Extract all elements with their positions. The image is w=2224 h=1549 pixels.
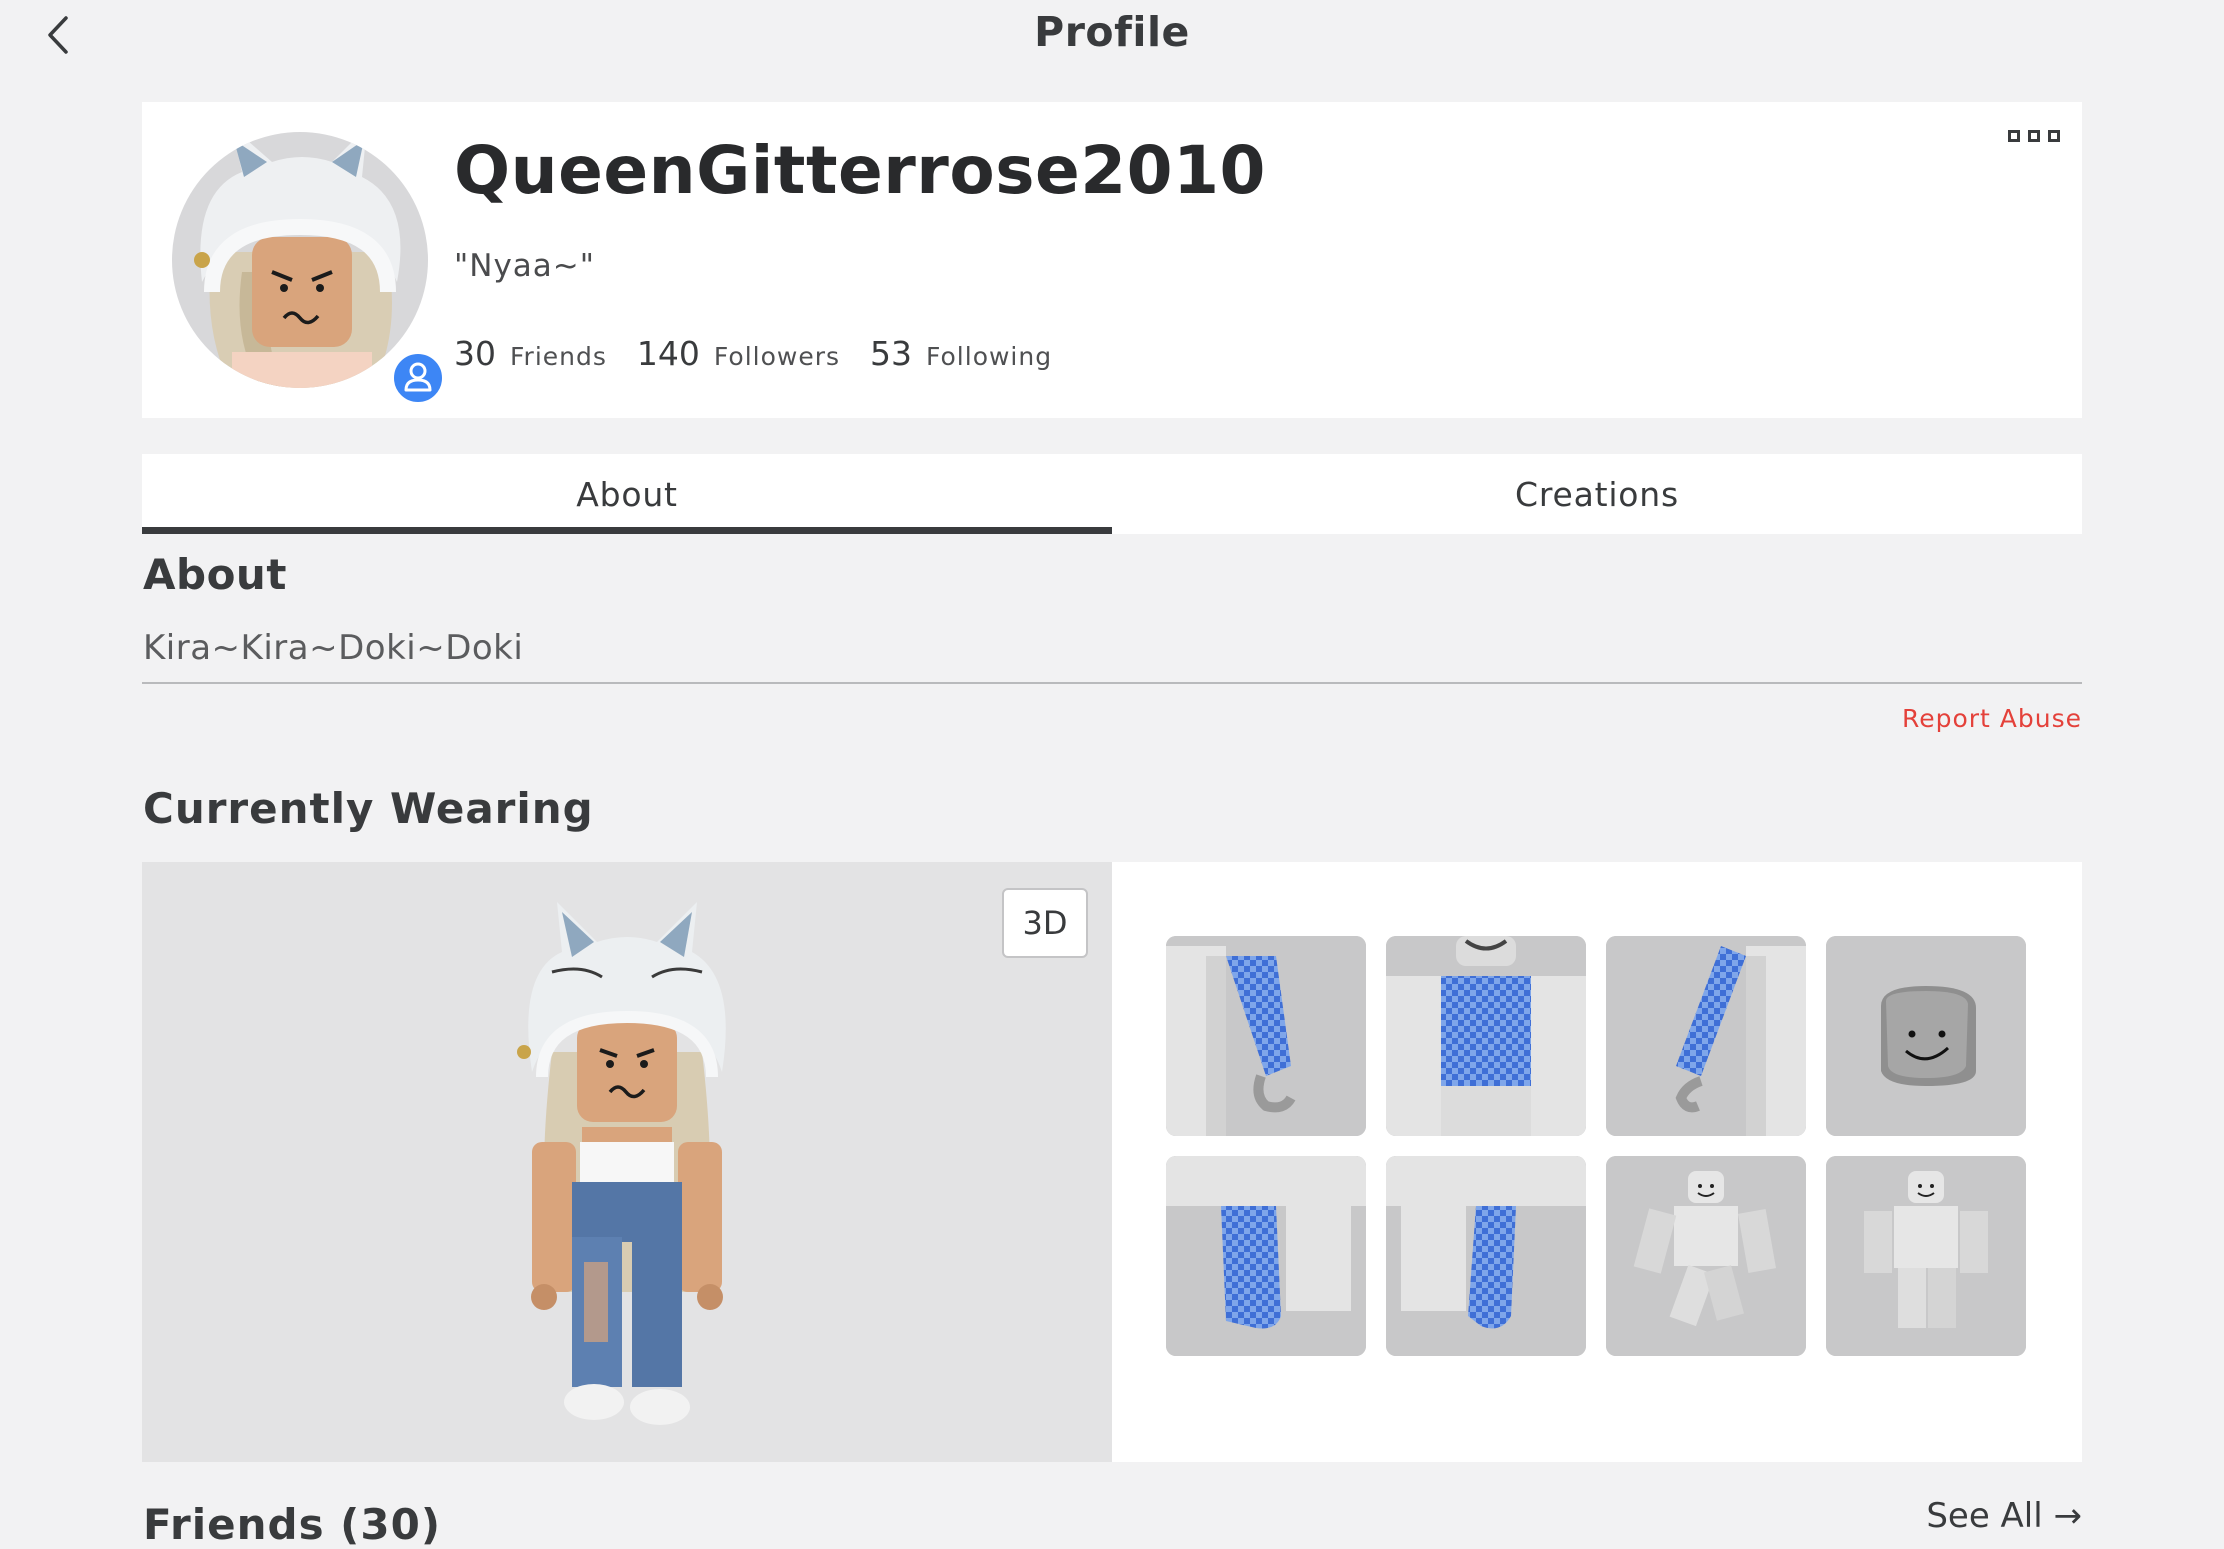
worn-item-tile[interactable] bbox=[1826, 1156, 2026, 1356]
avatar[interactable] bbox=[172, 132, 444, 404]
followers-stat[interactable]: 140 Followers bbox=[637, 334, 840, 373]
torso-item-icon bbox=[1386, 936, 1586, 1136]
worn-item-tile[interactable] bbox=[1606, 936, 1806, 1136]
worn-item-tile[interactable] bbox=[1166, 936, 1366, 1136]
avatar-headshot-image bbox=[172, 132, 428, 388]
about-description: Kira~Kira~Doki~Doki bbox=[143, 628, 524, 668]
avatar-3d-stage[interactable]: 3D bbox=[142, 862, 1112, 1462]
about-heading: About bbox=[143, 550, 287, 599]
worn-item-tile[interactable] bbox=[1606, 1156, 1806, 1356]
stat-label: Followers bbox=[713, 342, 841, 371]
stat-count: 30 bbox=[454, 334, 496, 373]
more-dots-icon bbox=[2028, 130, 2040, 142]
stat-count: 53 bbox=[870, 334, 913, 373]
worn-items-grid bbox=[1166, 936, 2046, 1356]
display-name: "Nyaa~" bbox=[454, 248, 596, 284]
tab-about[interactable]: About bbox=[142, 454, 1112, 534]
following-stat[interactable]: 53 Following bbox=[870, 334, 1052, 373]
worn-item-tile[interactable] bbox=[1386, 936, 1586, 1136]
user-presence-icon bbox=[392, 352, 444, 404]
more-dots-icon bbox=[2008, 130, 2020, 142]
toggle-3d-button[interactable]: 3D bbox=[1002, 888, 1088, 958]
top-nav-bar: Profile bbox=[0, 0, 2224, 72]
report-abuse-link[interactable]: Report Abuse bbox=[1902, 704, 2082, 733]
currently-wearing-panel: 3D bbox=[142, 862, 2082, 1462]
worn-item-tile[interactable] bbox=[1386, 1156, 1586, 1356]
see-all-link[interactable]: See All → bbox=[1926, 1496, 2082, 1536]
standing-body-item-icon bbox=[1826, 1156, 2026, 1356]
profile-tabs: About Creations bbox=[142, 454, 2082, 534]
more-options-button[interactable] bbox=[2008, 124, 2060, 148]
profile-header-card: QueenGitterrose2010 "Nyaa~" 30 Friends 1… bbox=[142, 102, 2082, 418]
worn-item-tile[interactable] bbox=[1826, 936, 2026, 1136]
running-body-item-icon bbox=[1606, 1156, 1806, 1356]
username: QueenGitterrose2010 bbox=[454, 132, 1266, 209]
smiley-head-item-icon bbox=[1826, 936, 2026, 1136]
right-leg-item-icon bbox=[1386, 1156, 1586, 1356]
full-avatar-image bbox=[517, 902, 726, 1425]
worn-item-tile[interactable] bbox=[1166, 1156, 1366, 1356]
friends-stat[interactable]: 30 Friends bbox=[454, 334, 607, 373]
profile-stats: 30 Friends 140 Followers 53 Following bbox=[454, 334, 1082, 373]
more-dots-icon bbox=[2048, 130, 2060, 142]
stat-count: 140 bbox=[636, 334, 700, 373]
stat-label: Following bbox=[926, 342, 1053, 371]
page-title: Profile bbox=[1034, 8, 1190, 56]
right-arm-item-icon bbox=[1606, 936, 1806, 1136]
divider bbox=[142, 682, 2082, 684]
left-arm-item-icon bbox=[1166, 936, 1366, 1136]
friends-heading: Friends (30) bbox=[143, 1500, 442, 1549]
presence-badge bbox=[392, 352, 444, 404]
left-leg-item-icon bbox=[1166, 1156, 1366, 1356]
currently-wearing-heading: Currently Wearing bbox=[143, 784, 594, 833]
tab-creations[interactable]: Creations bbox=[1112, 454, 2082, 534]
stat-label: Friends bbox=[510, 342, 607, 371]
